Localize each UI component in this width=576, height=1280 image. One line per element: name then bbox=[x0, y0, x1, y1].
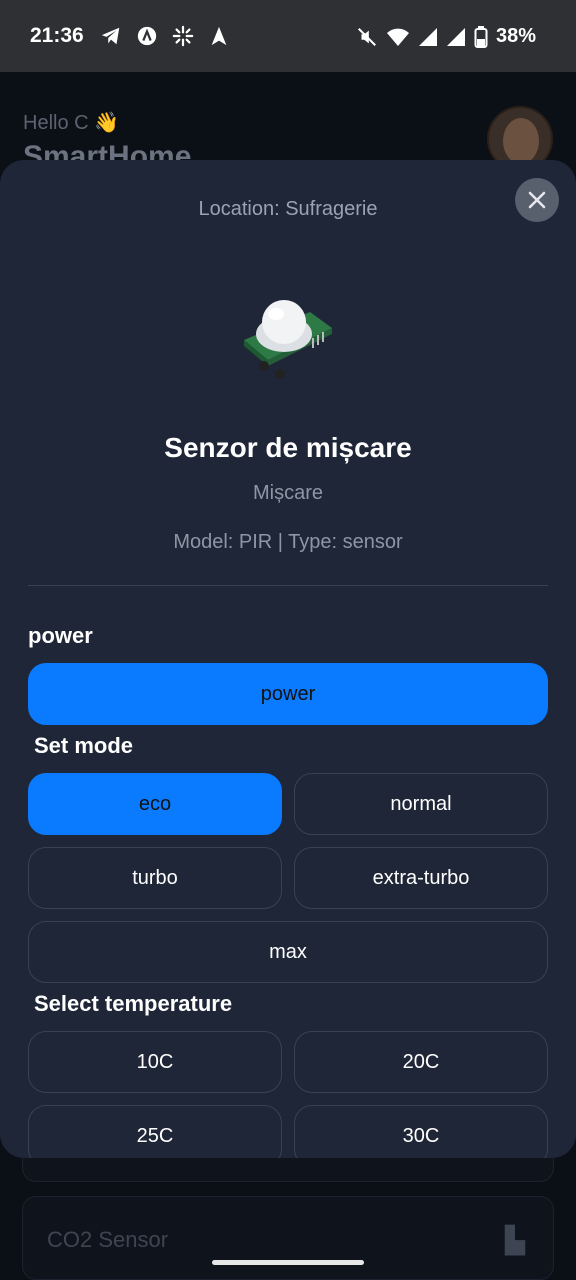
navigation-icon bbox=[211, 26, 227, 46]
mute-icon bbox=[358, 27, 376, 46]
device-detail-modal: Location: Sufragerie Senzor de mișcare M… bbox=[0, 160, 576, 1158]
mode-option-max[interactable]: max bbox=[28, 921, 548, 983]
power-button[interactable]: power bbox=[28, 663, 548, 725]
temperature-option-25c[interactable]: 25C bbox=[28, 1105, 282, 1158]
device-card-label: CO2 Sensor bbox=[47, 1227, 169, 1252]
notification-icons bbox=[100, 25, 230, 47]
greeting-text: Hello C 👋 bbox=[23, 112, 120, 134]
close-button[interactable] bbox=[515, 178, 559, 222]
temperature-option-30c[interactable]: 30C bbox=[294, 1105, 548, 1158]
device-model-type: Model: PIR | Type: sensor bbox=[173, 531, 403, 553]
close-icon bbox=[528, 191, 546, 209]
mode-option-turbo[interactable]: turbo bbox=[28, 847, 282, 909]
mode-section-title: Set mode bbox=[34, 733, 134, 758]
signal-icon bbox=[418, 27, 437, 46]
device-category: Mișcare bbox=[252, 482, 323, 504]
signal-icon bbox=[446, 27, 465, 46]
power-section-title: power bbox=[28, 623, 93, 648]
temperature-section-title: Select temperature bbox=[34, 991, 233, 1016]
temperature-option-20c[interactable]: 20C bbox=[294, 1031, 548, 1093]
sparkle-icon bbox=[172, 25, 194, 47]
device-card[interactable]: CO2 Sensor ▙ bbox=[22, 1196, 554, 1280]
gesture-navigation-bar[interactable] bbox=[212, 1260, 364, 1265]
system-icons: 38% bbox=[356, 25, 536, 48]
sensor-icon: ▙ bbox=[505, 1225, 525, 1255]
battery-icon bbox=[474, 25, 488, 48]
temperature-option-10c[interactable]: 10C bbox=[28, 1031, 282, 1093]
wifi-icon bbox=[386, 28, 409, 46]
device-location: Location: Sufragerie bbox=[198, 198, 378, 220]
device-name: Senzor de mișcare bbox=[164, 432, 412, 463]
mode-option-eco[interactable]: eco bbox=[28, 773, 282, 835]
app-icon bbox=[137, 26, 157, 46]
telegram-icon bbox=[101, 27, 120, 45]
motion-sensor-image bbox=[244, 300, 332, 379]
mode-option-normal[interactable]: normal bbox=[294, 773, 548, 835]
status-bar: 21:36 38% bbox=[0, 0, 576, 72]
status-time: 21:36 bbox=[30, 24, 84, 47]
battery-level: 38% bbox=[495, 25, 536, 47]
divider bbox=[28, 585, 548, 586]
mode-option-extra-turbo[interactable]: extra-turbo bbox=[294, 847, 548, 909]
